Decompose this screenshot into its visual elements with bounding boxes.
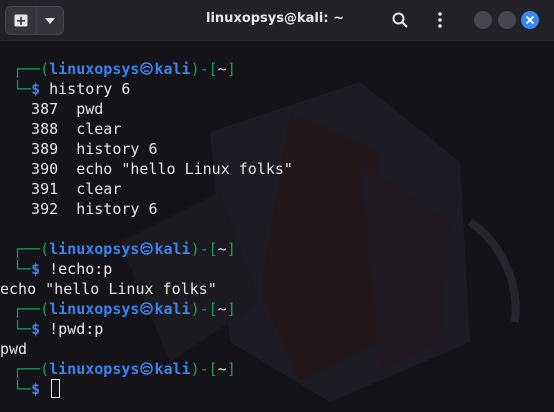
prompt-bracket: ] — [226, 360, 236, 378]
prompt-host: kali — [154, 360, 191, 378]
prompt-bracket: └─ — [13, 320, 32, 338]
prompt-user: linuxopsys — [49, 360, 140, 378]
prompt-bracket: )-[ — [190, 360, 218, 378]
prompt-bracket: )-[ — [190, 240, 218, 258]
prompt-symbol: $ — [31, 380, 41, 398]
prompt-bracket: └─ — [13, 380, 32, 398]
command-text: !echo:p — [49, 260, 113, 278]
prompt-header-line: ┌──(linuxopsys kali)-[~] — [13, 239, 293, 259]
prompt-host: kali — [154, 300, 191, 318]
prompt-dir: ~ — [217, 60, 227, 78]
search-icon[interactable] — [392, 12, 408, 28]
prompt-bracket: ] — [226, 60, 236, 78]
output-line: pwd — [0, 340, 28, 358]
prompt-bracket: ┌──( — [13, 300, 50, 318]
prompt-bracket: ] — [226, 300, 236, 318]
prompt-bracket: ] — [226, 240, 236, 258]
prompt-user: linuxopsys — [49, 60, 140, 78]
command-line: └─$ !pwd:p — [13, 319, 293, 339]
kali-skull-icon — [140, 62, 154, 75]
minimize-icon[interactable] — [474, 11, 492, 29]
new-tab-button[interactable] — [5, 6, 37, 35]
output-line: 387 pwd — [13, 100, 104, 118]
window-title: linuxopsys@kali: ~ — [206, 11, 344, 26]
prompt-symbol: $ — [31, 320, 41, 338]
prompt-bracket: )-[ — [190, 300, 218, 318]
prompt-host: kali — [154, 240, 191, 258]
dropdown-icon — [45, 18, 55, 24]
prompt-header-line: ┌──(linuxopsys kali)-[~] — [13, 59, 293, 79]
prompt-header-line: ┌──(linuxopsys kali)-[~] — [13, 359, 293, 379]
kali-skull-icon — [140, 362, 154, 375]
kali-skull-icon — [140, 302, 154, 315]
text-cursor[interactable] — [51, 379, 61, 398]
output-line: 392 history 6 — [13, 200, 158, 218]
new-tab-icon — [14, 14, 28, 27]
prompt-bracket: ┌──( — [13, 60, 50, 78]
command-line: └─$ — [13, 379, 293, 399]
prompt-symbol: $ — [31, 80, 41, 98]
kali-skull-icon — [140, 242, 154, 255]
prompt-header-line: ┌──(linuxopsys kali)-[~] — [13, 299, 293, 319]
close-button[interactable] — [521, 11, 539, 29]
maximize-icon[interactable] — [498, 11, 516, 29]
command-line: └─$ history 6 — [13, 79, 293, 99]
prompt-dir: ~ — [217, 240, 227, 258]
prompt-host: kali — [154, 60, 191, 78]
command-text: !pwd:p — [49, 320, 104, 338]
prompt-user: linuxopsys — [49, 240, 140, 258]
output-line: 389 history 6 — [13, 140, 158, 158]
prompt-dir: ~ — [217, 360, 227, 378]
close-icon — [526, 16, 534, 24]
prompt-bracket: └─ — [13, 80, 32, 98]
prompt-bracket: )-[ — [190, 60, 218, 78]
prompt-dir: ~ — [217, 300, 227, 318]
output-line: 390 echo "hello Linux folks" — [13, 160, 293, 178]
output-line: 388 clear — [13, 120, 122, 138]
prompt-bracket: └─ — [13, 260, 32, 278]
prompt-user: linuxopsys — [49, 300, 140, 318]
prompt-symbol: $ — [31, 260, 41, 278]
tab-menu-button[interactable] — [37, 6, 64, 35]
command-line: └─$ !echo:p — [13, 259, 293, 279]
terminal-output: ┌──(linuxopsys kali)-[~] └─$ history 6 387… — [0, 59, 293, 399]
command-text: history 6 — [49, 80, 131, 98]
prompt-bracket: ┌──( — [13, 240, 50, 258]
prompt-bracket: ┌──( — [13, 360, 50, 378]
output-line: echo "hello Linux folks" — [0, 280, 217, 298]
terminal-area[interactable]: ┌──(linuxopsys kali)-[~] └─$ history 6 387… — [0, 42, 554, 412]
title-bar: linuxopsys@kali: ~ — [0, 0, 554, 41]
output-line: 391 clear — [13, 180, 122, 198]
menu-icon[interactable] — [438, 12, 442, 28]
